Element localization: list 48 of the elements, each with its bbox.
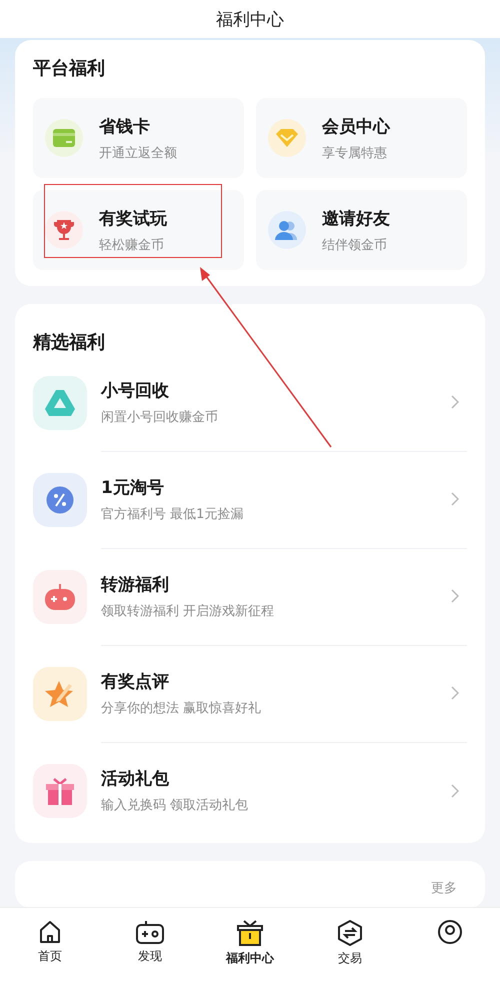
chevron-icon[interactable] bbox=[451, 589, 459, 603]
tab[interactable]: 交易 bbox=[300, 908, 400, 982]
item-title[interactable]: 有奖点评 bbox=[101, 670, 262, 692]
exchange-icon bbox=[338, 920, 362, 946]
home-icon bbox=[38, 920, 62, 944]
item-subtitle: 分享你的想法 赢取惊喜好礼 bbox=[101, 700, 262, 716]
tab[interactable]: 福利中心 bbox=[200, 908, 300, 982]
benefit-tile[interactable]: 会员中心 享专属特惠 bbox=[256, 98, 467, 178]
tile-subtitle: 享专属特惠 bbox=[322, 144, 388, 162]
window-title: 福利中心 bbox=[216, 8, 284, 30]
item-title[interactable]: 活动礼包 bbox=[101, 767, 248, 790]
benefit-tile[interactable]: 省钱卡 开通立返全额 bbox=[33, 98, 244, 178]
item-subtitle: 闲置小号回收赚金币 bbox=[101, 408, 218, 426]
chevron-icon[interactable] bbox=[451, 395, 459, 409]
discount-icon bbox=[46, 486, 74, 514]
benefit-tile[interactable]: 有奖试玩 轻松赚金币 bbox=[33, 190, 244, 270]
gamepad-icon bbox=[136, 920, 164, 944]
tile-title: 邀请好友 bbox=[322, 208, 390, 230]
gift-icon bbox=[237, 920, 263, 946]
people-icon bbox=[275, 220, 299, 240]
card-icon bbox=[53, 129, 75, 147]
section-title: 平台福利 bbox=[33, 57, 106, 80]
chevron-icon[interactable] bbox=[451, 686, 459, 700]
item-title[interactable]: 小号回收 bbox=[101, 378, 218, 402]
triangle-icon bbox=[45, 390, 75, 416]
tile-subtitle: 结伴领金币 bbox=[322, 236, 388, 254]
chevron-icon[interactable] bbox=[451, 492, 459, 506]
diamond-icon bbox=[276, 129, 298, 147]
section-title: 精选福利 bbox=[33, 331, 106, 354]
tile-subtitle: 轻松赚金币 bbox=[99, 236, 165, 254]
tab[interactable]: 首页 bbox=[0, 908, 100, 982]
tile-subtitle: 开通立返全额 bbox=[99, 144, 177, 162]
item-subtitle: 输入兑换码 领取活动礼包 bbox=[101, 797, 248, 814]
gamepad-icon bbox=[45, 584, 75, 610]
chevron-icon[interactable] bbox=[451, 784, 459, 798]
tile-title: 会员中心 bbox=[322, 116, 390, 138]
gift-icon bbox=[46, 776, 74, 804]
tile-title: 有奖试玩 bbox=[99, 208, 167, 230]
item-title[interactable]: 转游福利 bbox=[101, 572, 274, 596]
profile-icon bbox=[438, 920, 462, 944]
item-title[interactable]: 1元淘号 bbox=[101, 476, 244, 498]
item-subtitle: 领取转游福利 开启游戏新征程 bbox=[101, 602, 274, 620]
tile-title: 省钱卡 bbox=[99, 116, 151, 138]
benefit-tile[interactable]: 邀请好友 结伴领金币 bbox=[256, 190, 467, 270]
trophy-icon bbox=[54, 219, 74, 241]
tab[interactable]: 发现 bbox=[100, 908, 200, 982]
star-pen-icon bbox=[45, 680, 75, 708]
item-subtitle: 官方福利号 最低1元捡漏 bbox=[101, 506, 244, 522]
